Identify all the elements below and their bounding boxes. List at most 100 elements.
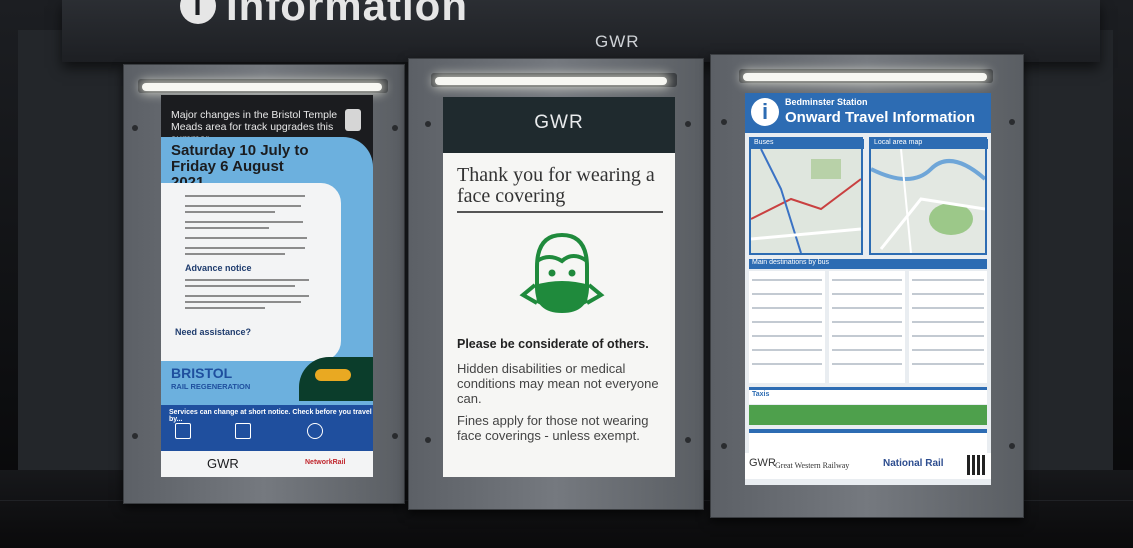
onward-title: Onward Travel Information bbox=[785, 109, 976, 126]
text-line bbox=[185, 205, 301, 207]
operator-name: Great Western Railway bbox=[775, 461, 850, 470]
gwr-logo: GWR bbox=[534, 112, 584, 133]
bolt bbox=[721, 119, 727, 125]
station-name: Bedminster Station bbox=[785, 97, 868, 107]
text-line bbox=[185, 307, 265, 309]
hidden-disabilities-message: Hidden disabilities or medical condition… bbox=[457, 361, 659, 406]
bolt bbox=[1009, 443, 1015, 449]
headline: Thank you for wearing a face covering bbox=[457, 164, 655, 207]
table-row bbox=[912, 293, 984, 295]
text-line bbox=[185, 211, 275, 213]
text-line bbox=[185, 221, 303, 223]
table-row bbox=[832, 293, 902, 295]
text-line bbox=[185, 227, 269, 229]
bolt bbox=[721, 443, 727, 449]
poster-face-covering: GWR Thank you for wearing a face coverin… bbox=[443, 97, 675, 477]
light-tube bbox=[743, 73, 987, 81]
fines-message: Fines apply for those not wearing face c… bbox=[457, 413, 649, 443]
green-info-band bbox=[749, 405, 987, 425]
information-banner: i Information bbox=[180, 0, 468, 30]
table-row bbox=[752, 363, 822, 365]
table-row bbox=[832, 307, 902, 309]
destinations-table bbox=[909, 271, 987, 383]
need-assistance: Need assistance? bbox=[175, 327, 252, 337]
poster-footer: GWR NetworkRail bbox=[161, 451, 373, 477]
phone-icon bbox=[175, 423, 191, 439]
considerate-message: Please be considerate of others. bbox=[457, 337, 649, 351]
bus-map-label: Buses bbox=[751, 139, 864, 149]
strip-text: Services can change at short notice. Che… bbox=[169, 409, 372, 423]
display-case-right: i Bedminster Station Onward Travel Infor… bbox=[710, 54, 1024, 518]
gwr-logo: GWR bbox=[207, 456, 239, 471]
local-map-graphic bbox=[871, 149, 985, 253]
brand-main: BRISTOL bbox=[171, 365, 233, 381]
info-icon: i bbox=[751, 98, 779, 126]
bus-map-graphic bbox=[751, 149, 861, 253]
table-row bbox=[912, 307, 984, 309]
bolt bbox=[1009, 119, 1015, 125]
bristol-rail-regeneration-logo: BRISTOL RAIL REGENERATION bbox=[171, 365, 251, 393]
text-line bbox=[185, 279, 309, 281]
table-row bbox=[832, 279, 902, 281]
gwr-logo: GWR bbox=[595, 32, 640, 51]
bolt bbox=[392, 433, 398, 439]
table-row bbox=[752, 321, 822, 323]
qr-code-icon bbox=[967, 455, 987, 475]
table-row bbox=[912, 335, 984, 337]
bus-map: Buses bbox=[749, 137, 864, 255]
gwr-logo: GWR bbox=[749, 457, 776, 469]
main-destinations-header: Main destinations by bus bbox=[749, 259, 987, 269]
bolt bbox=[392, 125, 398, 131]
destinations-table bbox=[749, 271, 825, 383]
national-rail-band bbox=[749, 429, 987, 453]
app-icon bbox=[235, 423, 251, 439]
text-line bbox=[185, 301, 301, 303]
train-image bbox=[299, 357, 373, 401]
scene: i Information GWR Major changes in the Br… bbox=[0, 0, 1133, 548]
onward-footer: GWR Great Western Railway National Rail bbox=[745, 453, 991, 479]
table-row bbox=[752, 349, 822, 351]
light-tube bbox=[142, 83, 382, 91]
onward-header: i Bedminster Station Onward Travel Infor… bbox=[745, 93, 991, 133]
table-row bbox=[912, 363, 984, 365]
local-map-label: Local area map bbox=[871, 139, 988, 149]
table-row bbox=[752, 293, 822, 295]
bolt bbox=[685, 437, 691, 443]
network-rail-logo: NetworkRail bbox=[305, 459, 346, 466]
table-row bbox=[912, 349, 984, 351]
advance-notice: Advance notice bbox=[185, 263, 252, 273]
local-area-map: Local area map bbox=[869, 137, 988, 255]
bolt bbox=[425, 121, 431, 127]
poster-top-bar: GWR bbox=[443, 97, 675, 153]
table-row bbox=[752, 307, 822, 309]
table-row bbox=[832, 335, 902, 337]
text-line bbox=[185, 237, 307, 239]
taxis-label: Taxis bbox=[752, 391, 770, 398]
table-row bbox=[832, 321, 902, 323]
poster-onward-travel: i Bedminster Station Onward Travel Infor… bbox=[745, 93, 991, 485]
information-title: Information bbox=[226, 0, 468, 29]
national-rail-logo: National Rail bbox=[883, 458, 944, 469]
bolt bbox=[132, 433, 138, 439]
bolt bbox=[685, 121, 691, 127]
text-line bbox=[185, 253, 285, 255]
text-line bbox=[185, 285, 295, 287]
table-row bbox=[832, 363, 902, 365]
brand-sub: RAIL REGENERATION bbox=[171, 382, 251, 391]
web-icon bbox=[307, 423, 323, 439]
table-row bbox=[912, 321, 984, 323]
display-case-left: Major changes in the Bristol Temple Mead… bbox=[123, 64, 405, 504]
table-row bbox=[832, 349, 902, 351]
face-mask-icon bbox=[519, 232, 605, 314]
text-line bbox=[185, 295, 309, 297]
text-line bbox=[185, 247, 305, 249]
table-row bbox=[752, 335, 822, 337]
light-tube bbox=[435, 77, 667, 85]
worker-icon bbox=[345, 109, 361, 131]
text-line bbox=[185, 195, 305, 197]
bolt bbox=[425, 437, 431, 443]
info-icon: i bbox=[180, 0, 216, 24]
bolt bbox=[132, 125, 138, 131]
info-strip: Services can change at short notice. Che… bbox=[161, 405, 373, 451]
divider bbox=[457, 211, 663, 213]
